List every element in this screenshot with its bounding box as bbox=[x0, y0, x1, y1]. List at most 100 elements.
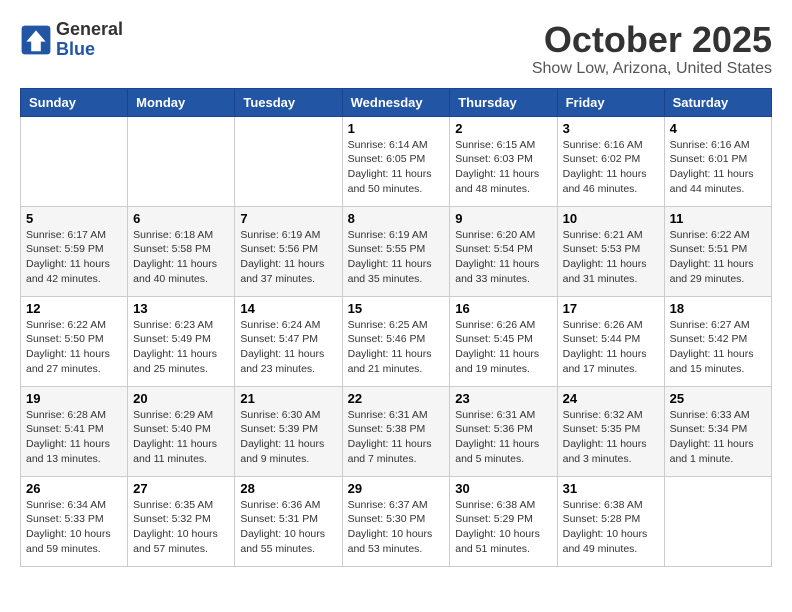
day-number: 31 bbox=[563, 481, 659, 496]
day-number: 6 bbox=[133, 211, 229, 226]
day-number: 18 bbox=[670, 301, 766, 316]
calendar-cell: 19 Sunrise: 6:28 AM Sunset: 5:41 PM Dayli… bbox=[21, 386, 128, 476]
day-info: Sunrise: 6:14 AM Sunset: 6:05 PM Dayligh… bbox=[348, 138, 445, 197]
calendar-cell: 31Sunrise: 6:38 AM Sunset: 5:28 PM Dayli… bbox=[557, 476, 664, 566]
day-info: Sunrise: 6:25 AM Sunset: 5:46 PM Dayligh… bbox=[348, 318, 445, 377]
day-number: 8 bbox=[348, 211, 445, 226]
day-number: 22 bbox=[348, 391, 445, 406]
calendar-week-3: 12 Sunrise: 6:22 AM Sunset: 5:50 PM Dayli… bbox=[21, 296, 772, 386]
calendar-cell: 29Sunrise: 6:37 AM Sunset: 5:30 PM Dayli… bbox=[342, 476, 450, 566]
calendar-week-5: 26 Sunrise: 6:34 AM Sunset: 5:33 PM Dayli… bbox=[21, 476, 772, 566]
weekday-header-monday: Monday bbox=[128, 88, 235, 116]
day-number: 3 bbox=[563, 121, 659, 136]
day-info: Sunrise: 6:38 AM Sunset: 5:29 PM Dayligh… bbox=[455, 498, 551, 557]
day-info: Sunrise: 6:18 AM Sunset: 5:58 PM Dayligh… bbox=[133, 228, 229, 287]
calendar-cell: 15 Sunrise: 6:25 AM Sunset: 5:46 PM Dayli… bbox=[342, 296, 450, 386]
day-number: 17 bbox=[563, 301, 659, 316]
day-info: Sunrise: 6:23 AM Sunset: 5:49 PM Dayligh… bbox=[133, 318, 229, 377]
day-info: Sunrise: 6:27 AM Sunset: 5:42 PM Dayligh… bbox=[670, 318, 766, 377]
day-number: 16 bbox=[455, 301, 551, 316]
calendar-header-row: SundayMondayTuesdayWednesdayThursdayFrid… bbox=[21, 88, 772, 116]
calendar-cell bbox=[664, 476, 771, 566]
title-block: October 2025 Show Low, Arizona, United S… bbox=[532, 20, 772, 78]
day-number: 24 bbox=[563, 391, 659, 406]
day-info: Sunrise: 6:21 AM Sunset: 5:53 PM Dayligh… bbox=[563, 228, 659, 287]
day-number: 7 bbox=[240, 211, 336, 226]
day-number: 23 bbox=[455, 391, 551, 406]
calendar-cell: 5Sunrise: 6:17 AM Sunset: 5:59 PM Daylig… bbox=[21, 206, 128, 296]
day-number: 11 bbox=[670, 211, 766, 226]
day-info: Sunrise: 6:26 AM Sunset: 5:44 PM Dayligh… bbox=[563, 318, 659, 377]
calendar-cell: 3 Sunrise: 6:16 AM Sunset: 6:02 PM Daylig… bbox=[557, 116, 664, 206]
calendar-table: SundayMondayTuesdayWednesdayThursdayFrid… bbox=[20, 88, 772, 567]
calendar-cell: 10Sunrise: 6:21 AM Sunset: 5:53 PM Dayli… bbox=[557, 206, 664, 296]
day-info: Sunrise: 6:22 AM Sunset: 5:50 PM Dayligh… bbox=[26, 318, 122, 377]
weekday-header-sunday: Sunday bbox=[21, 88, 128, 116]
logo-icon bbox=[20, 24, 52, 56]
day-number: 28 bbox=[240, 481, 336, 496]
calendar-week-1: 1 Sunrise: 6:14 AM Sunset: 6:05 PM Daylig… bbox=[21, 116, 772, 206]
calendar-cell bbox=[21, 116, 128, 206]
day-number: 9 bbox=[455, 211, 551, 226]
calendar-cell: 11 Sunrise: 6:22 AM Sunset: 5:51 PM Dayli… bbox=[664, 206, 771, 296]
calendar-cell: 6 Sunrise: 6:18 AM Sunset: 5:58 PM Daylig… bbox=[128, 206, 235, 296]
day-number: 5 bbox=[26, 211, 122, 226]
calendar-cell: 28 Sunrise: 6:36 AM Sunset: 5:31 PM Dayli… bbox=[235, 476, 342, 566]
calendar-cell: 23 Sunrise: 6:31 AM Sunset: 5:36 PM Dayli… bbox=[450, 386, 557, 476]
day-number: 26 bbox=[26, 481, 122, 496]
calendar-cell: 12 Sunrise: 6:22 AM Sunset: 5:50 PM Dayli… bbox=[21, 296, 128, 386]
weekday-header-tuesday: Tuesday bbox=[235, 88, 342, 116]
day-number: 21 bbox=[240, 391, 336, 406]
day-number: 13 bbox=[133, 301, 229, 316]
day-number: 29 bbox=[348, 481, 445, 496]
calendar-week-4: 19 Sunrise: 6:28 AM Sunset: 5:41 PM Dayli… bbox=[21, 386, 772, 476]
weekday-header-wednesday: Wednesday bbox=[342, 88, 450, 116]
day-info: Sunrise: 6:28 AM Sunset: 5:41 PM Dayligh… bbox=[26, 408, 122, 467]
day-info: Sunrise: 6:31 AM Sunset: 5:38 PM Dayligh… bbox=[348, 408, 445, 467]
day-number: 30 bbox=[455, 481, 551, 496]
logo-text-general: General bbox=[56, 20, 123, 40]
calendar-cell: 21 Sunrise: 6:30 AM Sunset: 5:39 PM Dayli… bbox=[235, 386, 342, 476]
calendar-cell: 13 Sunrise: 6:23 AM Sunset: 5:49 PM Dayli… bbox=[128, 296, 235, 386]
day-info: Sunrise: 6:35 AM Sunset: 5:32 PM Dayligh… bbox=[133, 498, 229, 557]
calendar-cell: 1 Sunrise: 6:14 AM Sunset: 6:05 PM Daylig… bbox=[342, 116, 450, 206]
day-number: 15 bbox=[348, 301, 445, 316]
calendar-cell: 27 Sunrise: 6:35 AM Sunset: 5:32 PM Dayli… bbox=[128, 476, 235, 566]
calendar-cell: 2Sunrise: 6:15 AM Sunset: 6:03 PM Daylig… bbox=[450, 116, 557, 206]
day-number: 19 bbox=[26, 391, 122, 406]
calendar-cell: 26 Sunrise: 6:34 AM Sunset: 5:33 PM Dayli… bbox=[21, 476, 128, 566]
calendar-cell: 7 Sunrise: 6:19 AM Sunset: 5:56 PM Daylig… bbox=[235, 206, 342, 296]
day-info: Sunrise: 6:30 AM Sunset: 5:39 PM Dayligh… bbox=[240, 408, 336, 467]
day-number: 12 bbox=[26, 301, 122, 316]
day-info: Sunrise: 6:33 AM Sunset: 5:34 PM Dayligh… bbox=[670, 408, 766, 467]
calendar-cell: 25 Sunrise: 6:33 AM Sunset: 5:34 PM Dayli… bbox=[664, 386, 771, 476]
day-number: 1 bbox=[348, 121, 445, 136]
day-number: 14 bbox=[240, 301, 336, 316]
calendar-week-2: 5Sunrise: 6:17 AM Sunset: 5:59 PM Daylig… bbox=[21, 206, 772, 296]
day-info: Sunrise: 6:34 AM Sunset: 5:33 PM Dayligh… bbox=[26, 498, 122, 557]
day-number: 2 bbox=[455, 121, 551, 136]
day-info: Sunrise: 6:22 AM Sunset: 5:51 PM Dayligh… bbox=[670, 228, 766, 287]
calendar-title: October 2025 bbox=[532, 20, 772, 60]
day-info: Sunrise: 6:26 AM Sunset: 5:45 PM Dayligh… bbox=[455, 318, 551, 377]
calendar-cell: 30 Sunrise: 6:38 AM Sunset: 5:29 PM Dayli… bbox=[450, 476, 557, 566]
day-number: 20 bbox=[133, 391, 229, 406]
day-info: Sunrise: 6:19 AM Sunset: 5:55 PM Dayligh… bbox=[348, 228, 445, 287]
calendar-cell: 16 Sunrise: 6:26 AM Sunset: 5:45 PM Dayli… bbox=[450, 296, 557, 386]
day-info: Sunrise: 6:36 AM Sunset: 5:31 PM Dayligh… bbox=[240, 498, 336, 557]
day-number: 27 bbox=[133, 481, 229, 496]
day-info: Sunrise: 6:29 AM Sunset: 5:40 PM Dayligh… bbox=[133, 408, 229, 467]
day-info: Sunrise: 6:32 AM Sunset: 5:35 PM Dayligh… bbox=[563, 408, 659, 467]
day-info: Sunrise: 6:24 AM Sunset: 5:47 PM Dayligh… bbox=[240, 318, 336, 377]
calendar-cell: 8 Sunrise: 6:19 AM Sunset: 5:55 PM Daylig… bbox=[342, 206, 450, 296]
calendar-subtitle: Show Low, Arizona, United States bbox=[532, 60, 772, 78]
calendar-cell: 17 Sunrise: 6:26 AM Sunset: 5:44 PM Dayli… bbox=[557, 296, 664, 386]
weekday-header-thursday: Thursday bbox=[450, 88, 557, 116]
day-info: Sunrise: 6:16 AM Sunset: 6:02 PM Dayligh… bbox=[563, 138, 659, 197]
calendar-cell: 24 Sunrise: 6:32 AM Sunset: 5:35 PM Dayli… bbox=[557, 386, 664, 476]
day-info: Sunrise: 6:19 AM Sunset: 5:56 PM Dayligh… bbox=[240, 228, 336, 287]
logo: General Blue bbox=[20, 20, 123, 60]
day-info: Sunrise: 6:31 AM Sunset: 5:36 PM Dayligh… bbox=[455, 408, 551, 467]
calendar-cell: 22 Sunrise: 6:31 AM Sunset: 5:38 PM Dayli… bbox=[342, 386, 450, 476]
day-number: 25 bbox=[670, 391, 766, 406]
